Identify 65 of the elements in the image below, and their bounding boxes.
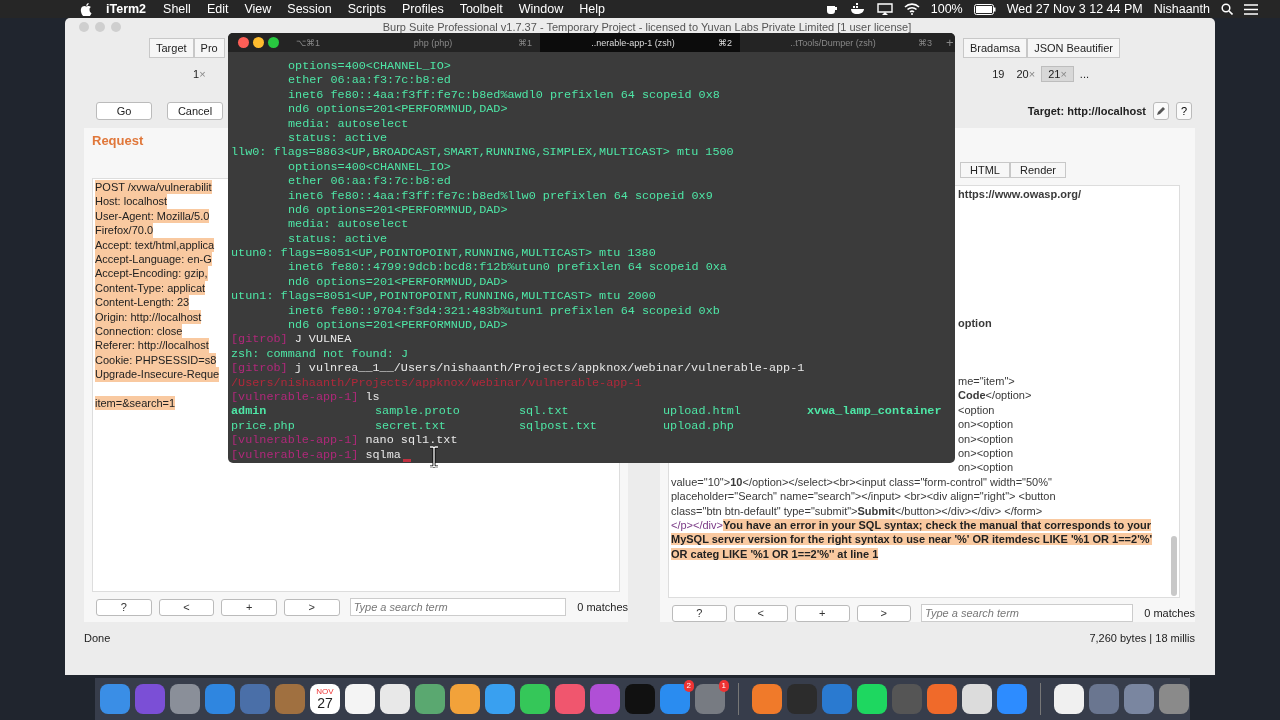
terminal-line: ether 06:aa:f3:7c:b8:ed xyxy=(288,73,451,88)
status-text: Done xyxy=(84,632,111,646)
terminal-line: nd6 options=201<PERFORMNUD,DAD> xyxy=(288,318,508,333)
panel-title: Request xyxy=(92,133,144,150)
code-line: me="item"> xyxy=(958,375,1015,388)
code-line: <option xyxy=(958,403,995,416)
shell-prompt: [gitrob] xyxy=(231,361,288,376)
terminal-line: utun1: flags=8051<UP,POINTOPOINT,RUNNING,MULTICAST> mtu 2000 xyxy=(231,289,656,304)
code-line: Code</option> xyxy=(958,389,1032,402)
notification-count: 2 xyxy=(683,680,694,692)
file-name: admin xyxy=(231,404,268,419)
shortcut-label: ⌥⌘1 xyxy=(296,37,321,48)
shell-command: ls xyxy=(365,390,380,405)
calendar-day: 27 xyxy=(317,696,333,711)
terminal-line: inet6 fe80::4aa:f3ff:fe7c:b8ed%awdl0 prefixlen 64 scopeid 0x8 xyxy=(288,87,720,103)
shell-command: J VULNEA xyxy=(294,332,352,347)
terminal-line: nd6 options=201<PERFORMNUD,DAD> xyxy=(288,202,508,218)
code-line: https://www.owasp.org/ xyxy=(958,187,1082,200)
terminal-line: /Users/nishaanth/Projects/appknox/webinar/vulnerable-app-1 xyxy=(231,375,642,390)
code-line: on><option xyxy=(958,461,1014,474)
code-line: placeholder="Search" name="search"></input> <br><div align="right"> <button xyxy=(671,490,1056,503)
calendar-month: NOV xyxy=(316,687,334,696)
file-name: xvwa_lamp_container xyxy=(807,404,943,419)
code-line: value="10">10</option></select><br><input class="form-control" width="50%" xyxy=(671,475,1052,488)
terminal-line: media: autoselect xyxy=(288,217,409,232)
window-title: Burp Suite Professional v1.7.37 - Temporary Project - licensed to Yuvan Labs Private Limited [1 user license] xyxy=(381,21,913,33)
terminal-line: options=400<CHANNEL_IO> xyxy=(288,59,451,74)
code-line: on><option xyxy=(958,418,1014,431)
shell-prompt: [vulnerable-app-1] xyxy=(231,433,359,448)
terminal-line: inet6 fe80::9704:f3d4:321:483b%utun1 prefixlen 64 scopeid 0xb xyxy=(288,303,720,319)
file-name: sql.txt xyxy=(519,404,570,419)
match-count: 0 matches xyxy=(1144,607,1195,619)
code-line: on><option xyxy=(958,447,1014,459)
file-name: upload.html xyxy=(663,404,742,419)
code-line: option xyxy=(958,317,992,330)
response-stats: 7,260 bytes | 18 millis xyxy=(1089,632,1195,646)
shell-command: j vulnrea__1__/Users/nishaanth/Projects/appknox/webinar/vulnerable-app-1 xyxy=(294,361,805,376)
terminal-line: utun0: flags=8051<UP,POINTOPOINT,RUNNING,MULTICAST> mtu 1380 xyxy=(231,246,656,261)
shell-command: nano sql1.txt xyxy=(365,433,458,448)
terminal-line: nd6 options=201<PERFORMNUD,DAD> xyxy=(288,102,508,117)
terminal-line: inet6 fe80::4799:9dcb:bcd8:f12b%utun0 prefixlen 64 scopeid 0xa xyxy=(288,260,727,275)
file-name: sqlpost.txt xyxy=(519,418,598,434)
shell-prompt: [vulnerable-app-1] xyxy=(231,390,359,405)
terminal-line: status: active xyxy=(288,231,388,247)
notification-count: 1 xyxy=(718,680,729,692)
shell-prompt: [vulnerable-app-1] xyxy=(231,447,359,462)
code-line: on><option xyxy=(958,432,1014,445)
shell-prompt: [gitrob] xyxy=(231,332,288,347)
code-line: class="btn btn-default" type="submit">Submit</button></div></div> </form> xyxy=(671,504,1043,517)
terminal-line: options=400<CHANNEL_IO> xyxy=(288,159,451,175)
match-count: 0 matches xyxy=(577,601,628,613)
terminal-line: media: autoselect xyxy=(288,116,409,131)
file-name: upload.php xyxy=(663,418,735,434)
terminal-line: llw0: flags=8863<UP,BROADCAST,SMART,RUNNING,SIMPLEX,MULTICAST> mtu 1500 xyxy=(231,145,734,160)
file-name: price.php xyxy=(231,418,296,434)
battery-percentage: 100% xyxy=(930,2,963,16)
terminal-line: status: active xyxy=(288,130,388,146)
terminal-line: ether 06:aa:f3:7c:b8:ed xyxy=(288,174,451,189)
terminal-line: nd6 options=201<PERFORMNUD,DAD> xyxy=(288,274,508,290)
file-name: sample.proto xyxy=(375,404,461,419)
terminal-line: inet6 fe80::4aa:f3ff:fe7c:b8ed%llw0 prefixlen 64 scopeid 0x9 xyxy=(288,188,713,203)
target-label: Target: http://localhost xyxy=(1027,105,1146,117)
shell-command: sqlma xyxy=(365,447,401,462)
file-name: secret.txt xyxy=(375,418,447,434)
terminal-line: zsh: command not found: J xyxy=(231,346,408,362)
